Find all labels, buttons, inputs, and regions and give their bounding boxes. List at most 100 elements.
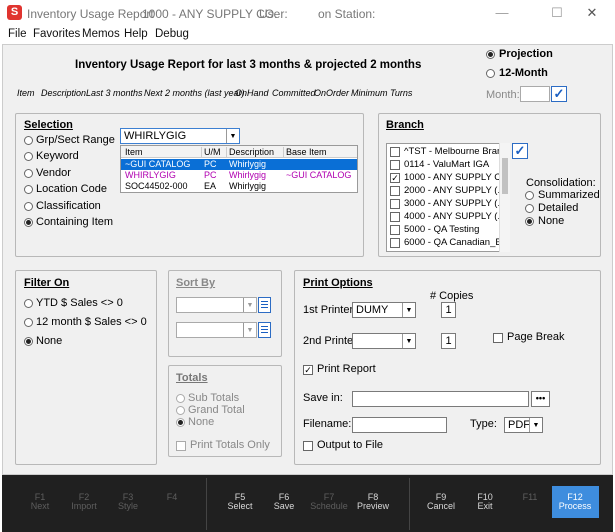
f9-cancel-button[interactable]: F9 Cancel	[419, 493, 463, 511]
menu-memos[interactable]: Memos	[82, 28, 120, 40]
fkey-divider	[409, 478, 410, 530]
month-input[interactable]	[520, 86, 550, 102]
item-combo[interactable]: WHIRLYGIG ▼	[120, 128, 240, 144]
containing-item-label: Containing Item	[36, 216, 114, 228]
printer2-select[interactable]: ▼	[352, 333, 416, 349]
cell-um: PC	[204, 159, 217, 169]
f12-process-button[interactable]: F12 Process	[553, 493, 597, 511]
sort-list-icon[interactable]	[258, 322, 271, 338]
report-title: Inventory Usage Report for last 3 months…	[75, 59, 422, 71]
copies1-input[interactable]: 1	[441, 302, 456, 318]
branch-checkbox[interactable]	[390, 199, 400, 209]
minimize-icon[interactable]: —	[479, 4, 525, 22]
f4-button[interactable]: F4	[150, 493, 194, 502]
fkey-number: F4	[166, 492, 178, 502]
branch-checkbox[interactable]	[390, 186, 400, 196]
containing-item-radio[interactable]	[24, 218, 33, 227]
f1-next-button[interactable]: F1 Next	[18, 493, 62, 511]
branch-checkbox[interactable]	[390, 160, 400, 170]
chevron-down-icon[interactable]: ▼	[243, 323, 256, 337]
table-row[interactable]: ~GUI CATALOG PC Whirlygig	[121, 159, 357, 170]
grid-header: Item U/M Description Base Item	[121, 146, 357, 158]
table-row[interactable]: SOC44502-000 EA Whirlygig	[121, 181, 357, 192]
branch-checkbox[interactable]	[390, 225, 400, 235]
projection-radio[interactable]	[486, 50, 495, 59]
branch-checkbox[interactable]	[390, 238, 400, 248]
page-break-checkbox[interactable]	[493, 333, 503, 343]
filename-input[interactable]	[352, 417, 447, 433]
table-row[interactable]: WHIRLYGIG PC Whirlygig ~GUI CATALOG	[121, 170, 357, 181]
sub-totals-label: Sub Totals	[188, 392, 240, 404]
cell-description: Whirlygig	[229, 181, 267, 191]
menu-debug[interactable]: Debug	[155, 28, 189, 40]
summarized-radio[interactable]	[525, 191, 534, 200]
f8-preview-button[interactable]: F8 Preview	[351, 493, 395, 511]
consolidation-none-radio[interactable]	[525, 217, 534, 226]
fkey-number: F11	[522, 492, 538, 502]
chevron-down-icon[interactable]: ▼	[243, 298, 256, 312]
column-turns: Turns	[390, 88, 413, 98]
fkey-label: Cancel	[426, 501, 455, 511]
grp-sect-radio[interactable]	[24, 136, 33, 145]
twelve-month-radio[interactable]	[486, 69, 495, 78]
chevron-down-icon[interactable]: ▼	[402, 334, 415, 348]
grp-sect-label: Grp/Sect Range	[36, 134, 115, 146]
f11-button[interactable]: F11	[508, 493, 552, 502]
ytd-sales-radio[interactable]	[24, 299, 33, 308]
branch-checkbox[interactable]	[390, 212, 400, 222]
branch-scrollbar[interactable]	[499, 143, 510, 252]
fkey-label: Save	[273, 501, 295, 511]
app-icon[interactable]: S	[7, 5, 22, 20]
chevron-down-icon[interactable]: ▼	[402, 303, 415, 317]
vendor-radio[interactable]	[24, 169, 33, 178]
f6-save-button[interactable]: F6 Save	[262, 493, 306, 511]
f3-style-button[interactable]: F3 Style	[106, 493, 150, 511]
selection-title: Selection	[24, 119, 73, 131]
print-report-checkbox[interactable]: ✓	[303, 365, 313, 375]
f10-exit-button[interactable]: F10 Exit	[463, 493, 507, 511]
chevron-down-icon[interactable]: ▼	[226, 129, 239, 143]
month-check-icon[interactable]: ✓	[551, 86, 567, 102]
output-to-file-checkbox[interactable]	[303, 441, 313, 451]
filter-none-radio[interactable]	[24, 337, 33, 346]
location-code-radio[interactable]	[24, 185, 33, 194]
menu-favorites[interactable]: Favorites	[33, 28, 80, 40]
classification-radio[interactable]	[24, 202, 33, 211]
f7-schedule-button[interactable]: F7 Schedule	[307, 493, 351, 511]
branch-check-icon[interactable]: ✓	[512, 143, 528, 159]
browse-button[interactable]: •••	[531, 391, 550, 407]
fkey-label: Import	[71, 501, 97, 511]
branch-label: 4000 - ANY SUPPLY (...	[404, 211, 506, 222]
keyword-radio[interactable]	[24, 152, 33, 161]
twelve-month-sales-radio[interactable]	[24, 318, 33, 327]
fkey-divider	[206, 478, 207, 530]
filename-label: Filename:	[303, 418, 352, 430]
menu-help[interactable]: Help	[124, 28, 148, 40]
f2-import-button[interactable]: F2 Import	[62, 493, 106, 511]
branch-list[interactable]: ^TST - Melbourne Bran... 0114 - ValuMart…	[386, 143, 510, 252]
sub-totals-radio[interactable]	[176, 394, 185, 403]
chevron-down-icon[interactable]: ▼	[529, 418, 542, 432]
copies2-input[interactable]: 1	[441, 333, 456, 349]
item-grid[interactable]: Item U/M Description Base Item ~GUI CATA…	[120, 145, 358, 193]
branch-checkbox[interactable]: ✓	[390, 173, 400, 183]
print-totals-only-checkbox[interactable]	[176, 441, 186, 451]
menu-file[interactable]: File	[8, 28, 27, 40]
column-minimum: Minimum	[351, 88, 388, 98]
sort-select-2[interactable]: ▼	[176, 322, 257, 338]
type-select[interactable]: PDF ▼	[504, 417, 543, 433]
sort-list-icon[interactable]	[258, 297, 271, 313]
branch-checkbox[interactable]	[390, 147, 400, 157]
printer1-select[interactable]: DUMY ▼	[352, 302, 416, 318]
detailed-radio[interactable]	[525, 204, 534, 213]
grand-total-radio[interactable]	[176, 406, 185, 415]
filter-title: Filter On	[24, 277, 70, 289]
scroll-thumb[interactable]	[502, 158, 508, 194]
save-in-input[interactable]	[352, 391, 529, 407]
close-icon[interactable]: ✕	[569, 4, 615, 22]
fkey-label: Exit	[477, 501, 493, 511]
f5-select-button[interactable]: F5 Select	[218, 493, 262, 511]
fkey-label: Select	[227, 501, 253, 511]
sort-select-1[interactable]: ▼	[176, 297, 257, 313]
totals-none-radio[interactable]	[176, 418, 185, 427]
